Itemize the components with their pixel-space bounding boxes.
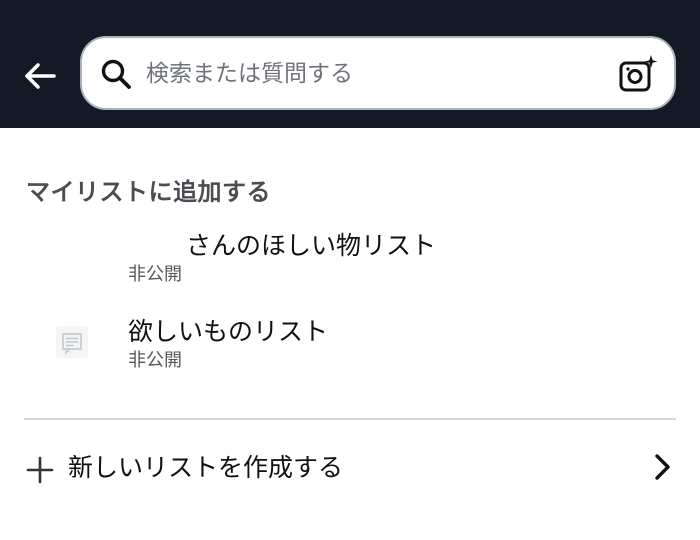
back-arrow-icon [25,63,56,89]
list-item[interactable]: 欲しいものリスト 非公開 [0,308,700,380]
create-list-label: 新しいリストを作成する [68,453,344,482]
list-visibility: 非公開 [128,264,182,285]
plus-icon [26,456,54,484]
create-list-button[interactable]: 新しいリストを作成する [0,436,700,500]
back-button[interactable] [18,54,62,98]
list-thumbnail [56,326,88,358]
divider [24,418,676,420]
list-name: さんのほしい物リスト [186,231,437,260]
top-bar [0,0,700,128]
section-title: マイリストに追加する [26,178,271,206]
list-name: 欲しいものリスト [128,317,329,346]
list-visibility: 非公開 [128,350,182,371]
search-input[interactable] [146,52,596,96]
list-thumbnail-icon [62,333,82,355]
chevron-right-icon [655,454,670,480]
search-bar[interactable] [80,36,676,110]
camera-sparkle-icon[interactable] [618,54,658,94]
search-icon [101,59,131,89]
list-item[interactable]: さんのほしい物リスト 非公開 [0,222,700,294]
